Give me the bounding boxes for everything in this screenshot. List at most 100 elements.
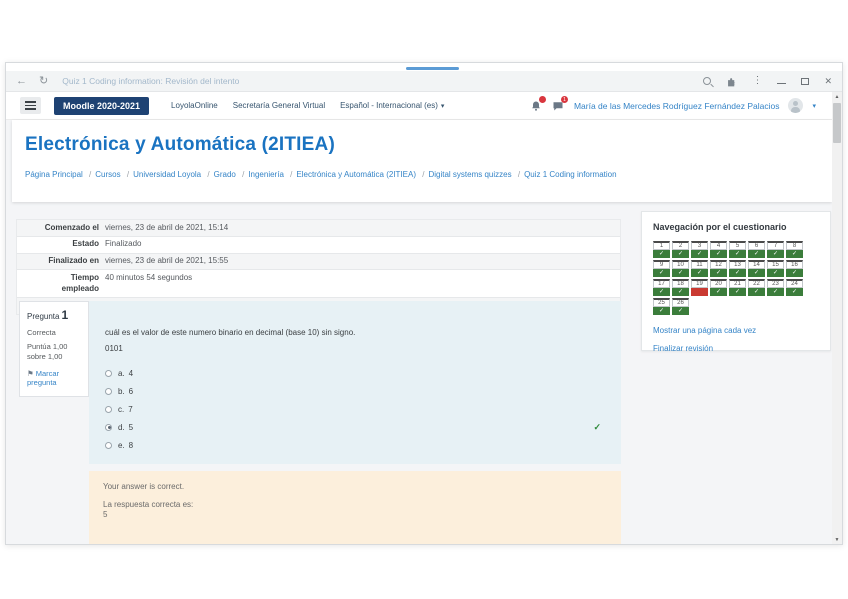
question-nav-button[interactable]: 15 ✓	[767, 260, 784, 277]
extensions-icon[interactable]	[726, 76, 737, 87]
question-nav-button[interactable]: 20 ✓	[710, 279, 727, 296]
question-nav-state: ✓	[748, 250, 765, 258]
navbar-links: LoyolaOnline Secretaría General Virtual	[171, 101, 325, 110]
breadcrumb-link[interactable]: Página Principal	[25, 170, 83, 179]
question-nav-button[interactable]: 9 ✓	[653, 260, 670, 277]
notifications-bell-icon[interactable]	[530, 99, 543, 112]
check-icon: ✓	[735, 251, 740, 257]
close-button[interactable]: ✕	[824, 77, 832, 86]
browser-menu-icon[interactable]: ⋮	[752, 76, 762, 86]
summary-label: Estado	[37, 239, 99, 250]
back-icon[interactable]: ←	[16, 76, 27, 87]
radio-button[interactable]	[105, 388, 112, 395]
question-nav-button[interactable]: 5 ✓	[729, 241, 746, 258]
minimize-button[interactable]	[777, 83, 786, 84]
quiz-navigation-title: Navegación por el cuestionario	[653, 222, 819, 232]
question-nav-grid: 1 ✓ 2 ✓ 3 ✓	[653, 241, 819, 315]
correct-check-icon: ✓	[593, 422, 601, 433]
question-nav-number: 7	[767, 241, 784, 250]
avatar[interactable]	[788, 98, 803, 113]
restore-button[interactable]	[801, 78, 809, 85]
question-nav-button[interactable]: 7 ✓	[767, 241, 784, 258]
question-nav-button[interactable]: 18 ✓	[672, 279, 689, 296]
question-nav-state: ✓	[672, 307, 689, 315]
question-nav-button[interactable]: 25 ✓	[653, 298, 670, 315]
question-nav-button[interactable]: 22 ✓	[748, 279, 765, 296]
check-icon: ✓	[792, 289, 797, 295]
question-nav-state: ✓	[672, 269, 689, 277]
question-nav-button[interactable]: 16 ✓	[786, 260, 803, 277]
breadcrumb-link[interactable]: Quiz 1 Coding information	[524, 170, 617, 179]
moodle-navbar: Moodle 2020-2021 LoyolaOnline Secretaría …	[6, 92, 842, 120]
question-nav-button[interactable]: 26 ✓	[672, 298, 689, 315]
quiz-nav-link[interactable]: Mostrar una página cada vez	[653, 326, 819, 335]
user-menu-caret-icon[interactable]: ▾	[812, 102, 816, 110]
breadcrumb-link[interactable]: Cursos	[95, 170, 120, 179]
summary-label: Tiempo empleado	[37, 273, 99, 295]
question-nav-button[interactable]: 12 ✓	[710, 260, 727, 277]
messages-icon[interactable]: 1	[552, 99, 565, 112]
check-icon: ✓	[678, 270, 683, 276]
summary-value: Finalizado	[105, 239, 620, 250]
check-icon: ✓	[659, 251, 664, 257]
check-icon: ✓	[697, 270, 702, 276]
question-nav-button[interactable]: 23 ✓	[767, 279, 784, 296]
question-nav-button[interactable]: 2 ✓	[672, 241, 689, 258]
question-nav-button[interactable]: 14 ✓	[748, 260, 765, 277]
moodle-brand-badge[interactable]: Moodle 2020-2021	[54, 97, 149, 115]
question-nav-button[interactable]: 8 ✓	[786, 241, 803, 258]
question-nav-button[interactable]: 11 ✓	[691, 260, 708, 277]
radio-button[interactable]	[105, 406, 112, 413]
breadcrumb-link[interactable]: Digital systems quizzes	[428, 170, 511, 179]
check-icon: ✓	[773, 251, 778, 257]
user-menu-name[interactable]: María de las Mercedes Rodríguez Fernánde…	[574, 101, 780, 111]
question-nav-button[interactable]: 13 ✓	[729, 260, 746, 277]
question-nav-button[interactable]: 10 ✓	[672, 260, 689, 277]
question-binary-code: 0101	[105, 344, 603, 353]
scrollbar-thumb[interactable]	[833, 103, 841, 143]
question-nav-number: 8	[786, 241, 803, 250]
page-body: Electrónica y Automática (2ITIEA) Página…	[6, 120, 837, 545]
question-state: Correcta	[27, 328, 82, 337]
radio-button[interactable]	[105, 370, 112, 377]
breadcrumb-link[interactable]: Electrónica y Automática (2ITIEA)	[296, 170, 416, 179]
scrollbar-down-arrow[interactable]: ▼	[832, 535, 842, 545]
breadcrumb-link[interactable]: Universidad Loyola	[133, 170, 201, 179]
question-nav-button[interactable]: 4 ✓	[710, 241, 727, 258]
hamburger-menu-icon[interactable]	[20, 97, 41, 114]
check-icon: ✓	[754, 289, 759, 295]
question-nav-button[interactable]: 6 ✓	[748, 241, 765, 258]
flag-question-link[interactable]: ⚑Marcar pregunta	[27, 369, 82, 389]
scrollbar-up-arrow[interactable]: ▲	[832, 92, 842, 102]
radio-button[interactable]	[105, 442, 112, 449]
check-icon: ✓	[792, 270, 797, 276]
breadcrumb-link[interactable]: Ingeniería	[248, 170, 284, 179]
question-info-panel: Pregunta1 Correcta Puntúa 1,00 sobre 1,0…	[19, 301, 89, 397]
question-nav-button[interactable]: 17 ✓	[653, 279, 670, 296]
radio-button[interactable]	[105, 424, 112, 431]
screenshot-canvas: ← ↻ Quiz 1 Coding information: Revisión …	[0, 0, 848, 599]
option-text: 4	[129, 369, 133, 378]
question-nav-state: ✓	[691, 288, 708, 296]
question-nav-state: ✓	[653, 288, 670, 296]
question-nav-button[interactable]: 24 ✓	[786, 279, 803, 296]
question-nav-number: 22	[748, 279, 765, 288]
question-nav-button[interactable]: 21 ✓	[729, 279, 746, 296]
navbar-link[interactable]: LoyolaOnline	[171, 101, 218, 110]
breadcrumb-link[interactable]: Grado	[214, 170, 236, 179]
quiz-nav-link[interactable]: Finalizar revisión	[653, 344, 819, 353]
zoom-icon[interactable]	[703, 77, 711, 85]
breadcrumb: Página Principal / Cursos / Universidad …	[25, 170, 819, 179]
language-menu[interactable]: Español - Internacional (es) ▾	[340, 101, 444, 110]
navbar-link[interactable]: Secretaría General Virtual	[233, 101, 325, 110]
answer-option-row: b. 6 ✓	[105, 382, 603, 400]
question-nav-button[interactable]: 3 ✓	[691, 241, 708, 258]
scrollbar[interactable]: ▲ ▼	[832, 92, 842, 545]
question-nav-button[interactable]: 1 ✓	[653, 241, 670, 258]
question-nav-button[interactable]: 19 ✓	[691, 279, 708, 296]
question-nav-state: ✓	[786, 250, 803, 258]
question-nav-number: 12	[710, 260, 727, 269]
question-nav-number: 14	[748, 260, 765, 269]
navbar-right: 1 María de las Mercedes Rodríguez Fernán…	[530, 98, 828, 113]
reload-icon[interactable]: ↻	[39, 76, 48, 87]
